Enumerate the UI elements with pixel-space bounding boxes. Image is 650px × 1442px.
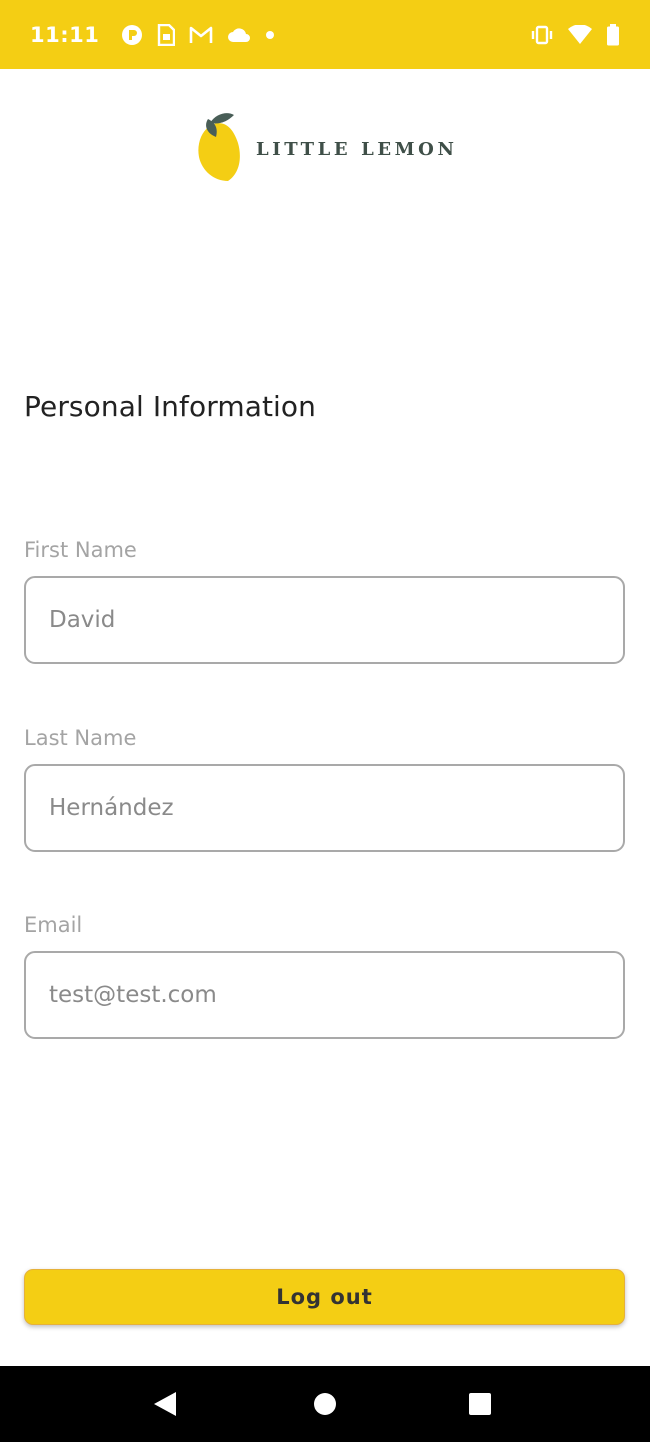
first-name-field[interactable] [24,576,625,664]
little-lemon-logo: LITTLE LEMON [196,112,458,186]
status-icons-left [121,23,275,46]
last-name-field[interactable] [24,764,625,852]
page-title: Personal Information [24,390,317,423]
logo-text: LITTLE LEMON [256,138,458,160]
sim-card-icon [157,23,176,46]
status-time: 11:11 [30,22,100,47]
wifi-icon [568,24,592,45]
cloud-icon [227,27,251,43]
app-notification-icon [121,24,143,46]
dot-icon [265,30,275,40]
first-name-label: First Name [24,538,137,562]
logout-button[interactable]: Log out [24,1269,625,1325]
gmail-icon [189,26,213,44]
back-icon[interactable] [135,1374,195,1434]
system-nav-bar [0,1366,650,1442]
home-icon[interactable] [295,1374,355,1434]
last-name-label: Last Name [24,726,137,750]
battery-icon [606,23,620,46]
email-label: Email [24,913,83,937]
status-icons-right [530,23,620,46]
email-field[interactable] [24,951,625,1039]
status-bar: 11:11 [0,0,650,69]
recents-icon[interactable] [450,1374,510,1434]
lemon-icon [196,111,242,188]
vibrate-icon [530,25,554,45]
